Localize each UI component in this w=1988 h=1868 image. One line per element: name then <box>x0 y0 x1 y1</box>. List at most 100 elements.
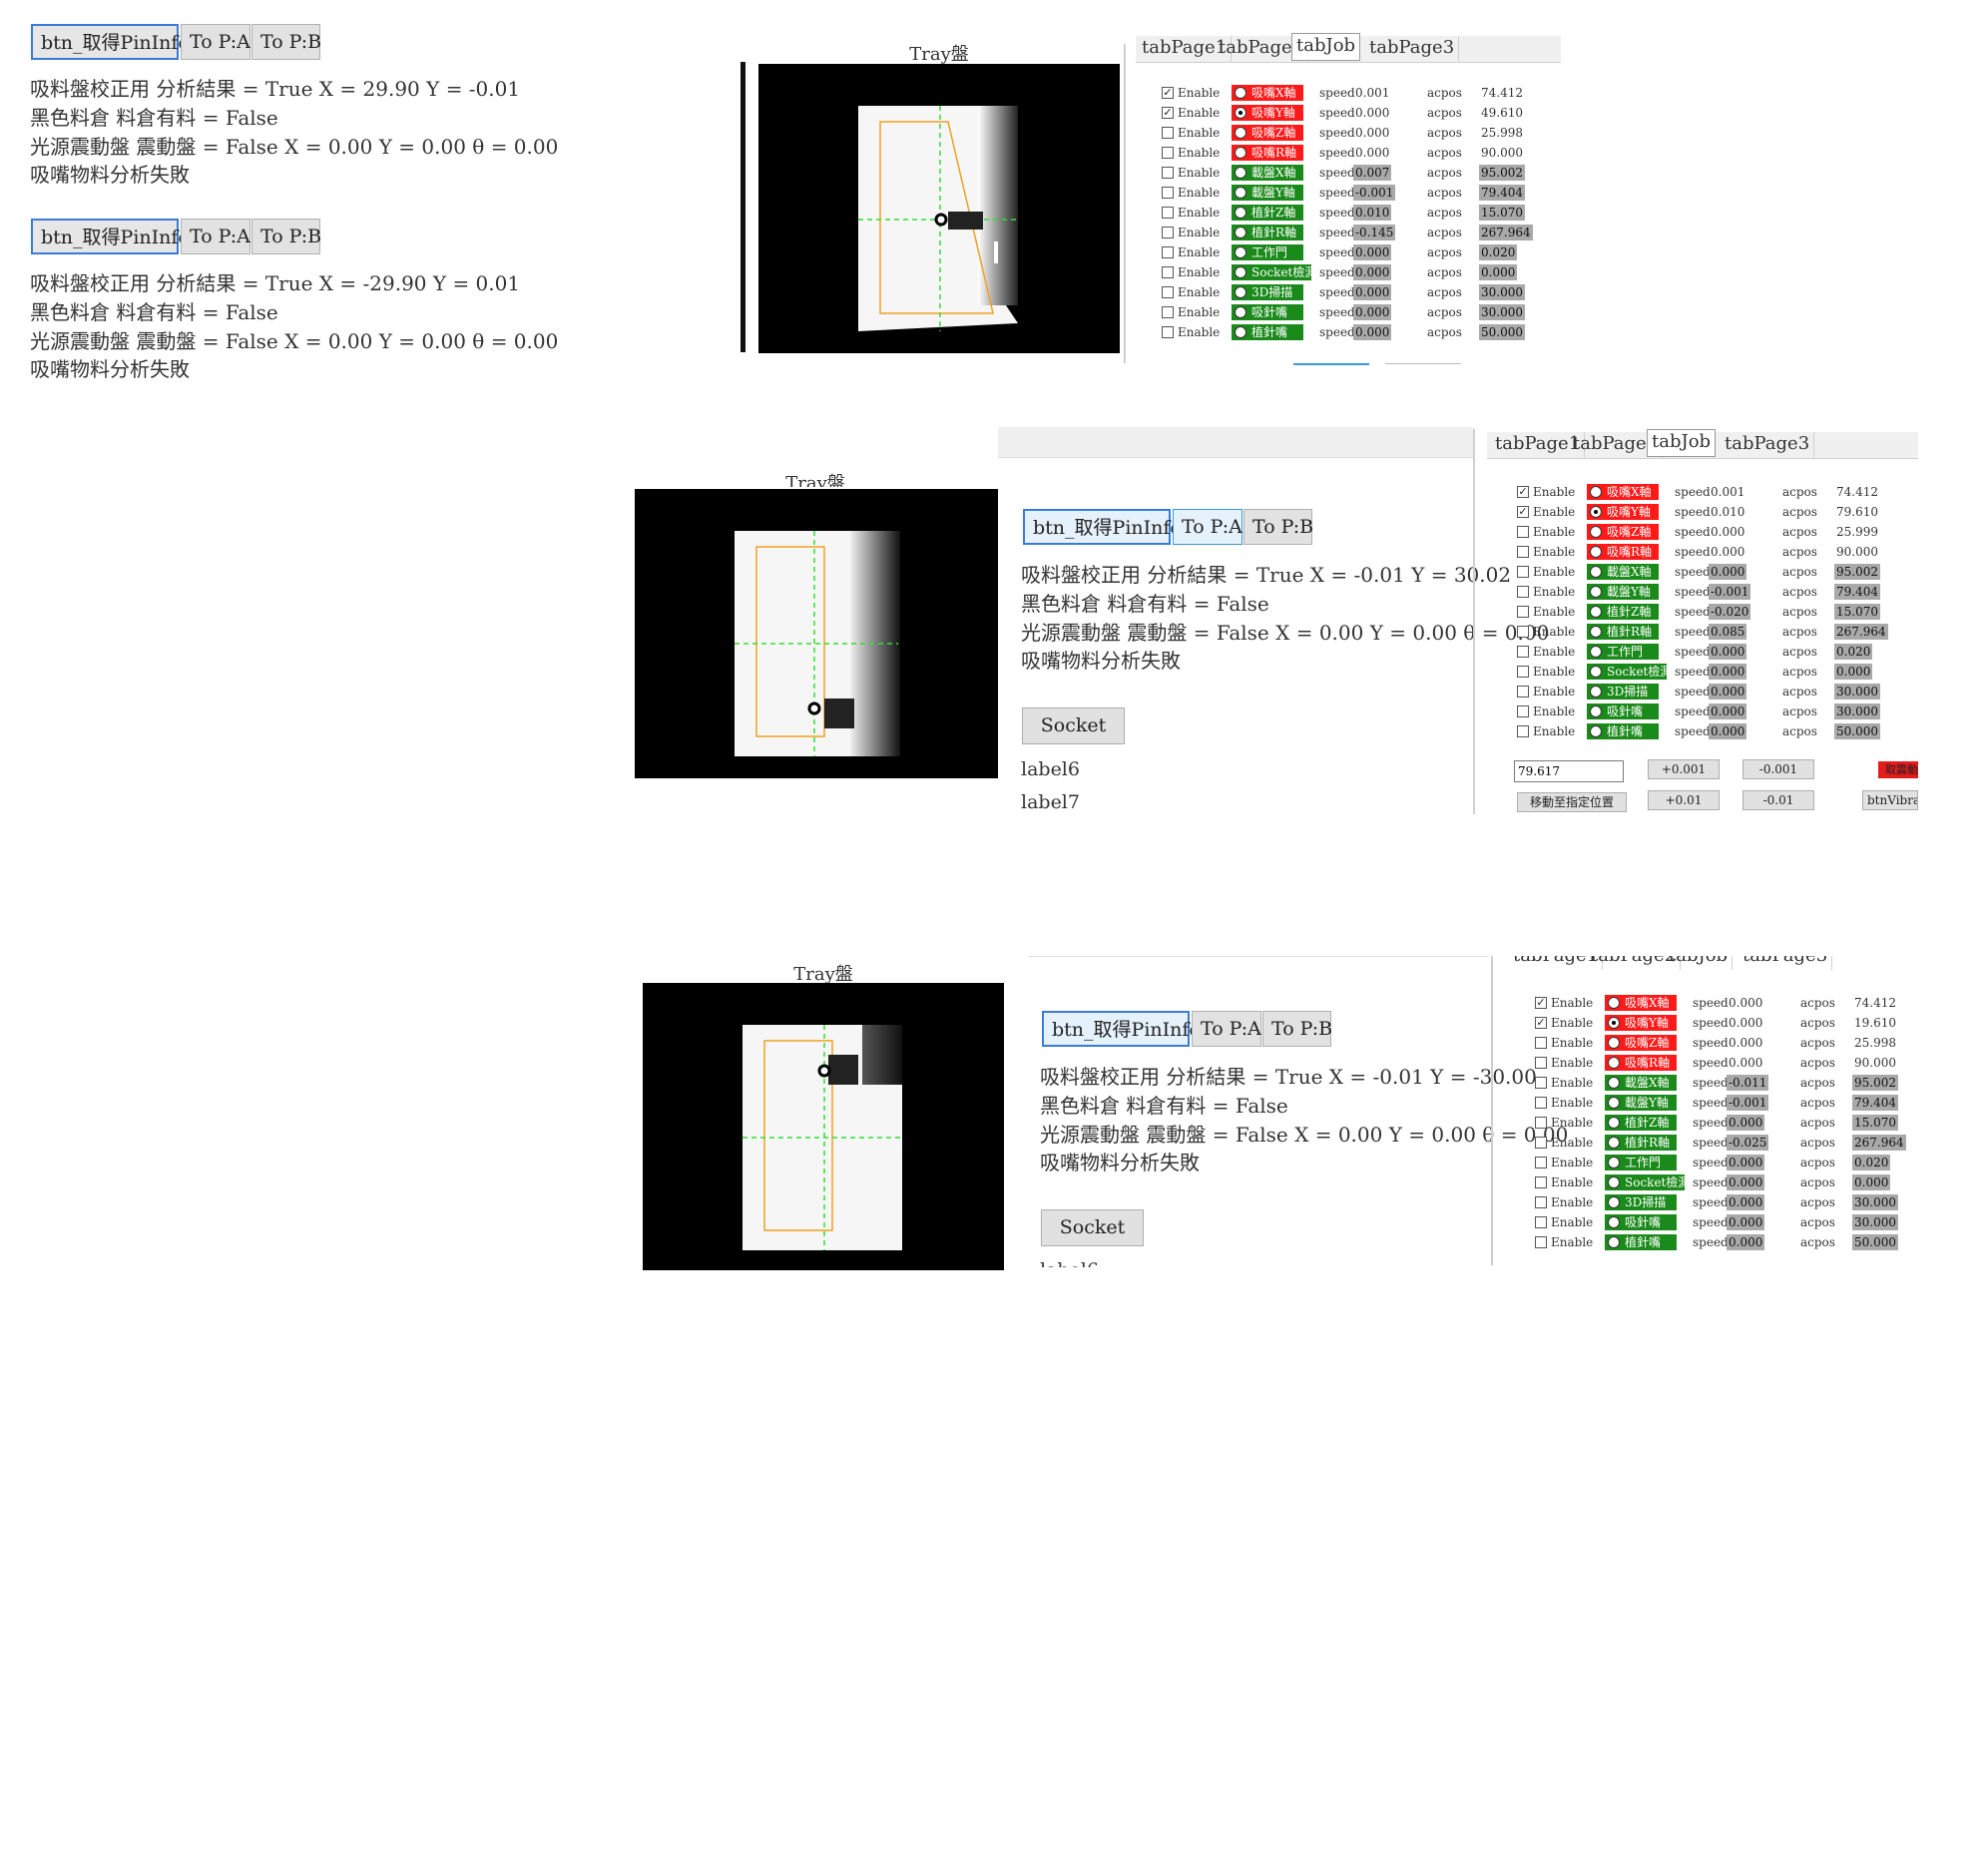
enable-checkbox[interactable] <box>1162 207 1174 219</box>
axis-select-8[interactable]: 工作門 <box>1232 244 1303 260</box>
enable-checkbox[interactable] <box>1535 1216 1547 1228</box>
axis-radio[interactable] <box>1590 705 1602 717</box>
axis-select-5[interactable]: 載盤Y軸 <box>1232 185 1303 201</box>
axis-radio[interactable] <box>1608 1137 1620 1149</box>
axis-select-0[interactable]: 吸嘴X軸 <box>1587 484 1659 500</box>
tab-page3[interactable]: tabPage3 <box>1739 956 1833 970</box>
axis-select-10[interactable]: 3D掃描 <box>1587 684 1659 700</box>
enable-checkbox[interactable] <box>1517 586 1529 598</box>
axis-radio[interactable] <box>1608 1097 1620 1109</box>
axis-radio[interactable] <box>1608 1216 1620 1228</box>
jog-minus-01-button[interactable]: -0.01 <box>1742 790 1814 810</box>
enable-checkbox[interactable] <box>1535 1037 1547 1049</box>
enable-checkbox[interactable] <box>1517 526 1529 538</box>
axis-radio[interactable] <box>1590 526 1602 538</box>
axis-radio[interactable] <box>1608 1037 1620 1049</box>
axis-radio[interactable] <box>1235 207 1246 219</box>
axis-select-7[interactable]: 植針R軸 <box>1232 225 1303 240</box>
axis-radio[interactable] <box>1235 286 1246 298</box>
enable-checkbox[interactable]: ✓ <box>1162 87 1174 99</box>
axis-radio[interactable] <box>1590 725 1602 737</box>
axis-select-4[interactable]: 載盤X軸 <box>1587 564 1659 580</box>
to-pb-button[interactable]: To P:B <box>251 219 321 254</box>
enable-checkbox[interactable] <box>1517 566 1529 578</box>
axis-select-9[interactable]: Socket檢測 <box>1232 264 1316 280</box>
to-pa-button[interactable]: To P:A <box>181 219 250 254</box>
enable-checkbox[interactable]: ✓ <box>1517 486 1529 498</box>
axis-select-0[interactable]: 吸嘴X軸 <box>1605 995 1677 1011</box>
axis-radio[interactable] <box>1235 187 1246 199</box>
jog-plus-01-button[interactable]: +0.01 <box>1648 790 1720 810</box>
axis-radio[interactable] <box>1235 246 1246 258</box>
axis-select-8[interactable]: 工作門 <box>1605 1155 1677 1170</box>
enable-checkbox[interactable] <box>1162 326 1174 338</box>
axis-select-6[interactable]: 植針Z軸 <box>1605 1115 1677 1131</box>
to-pb-button[interactable]: To P:B <box>1243 509 1313 545</box>
axis-select-12[interactable]: 植針嘴 <box>1587 723 1659 739</box>
camera-view[interactable] <box>758 64 1120 353</box>
camera-view[interactable] <box>643 983 1004 1270</box>
axis-select-6[interactable]: 植針Z軸 <box>1232 205 1303 221</box>
axis-select-11[interactable]: 吸針嘴 <box>1605 1214 1677 1230</box>
axis-select-3[interactable]: 吸嘴R軸 <box>1587 544 1659 560</box>
axis-radio[interactable] <box>1590 646 1602 658</box>
axis-select-5[interactable]: 載盤Y軸 <box>1605 1095 1677 1111</box>
axis-select-9[interactable]: Socket檢測 <box>1587 664 1672 680</box>
enable-checkbox[interactable] <box>1517 646 1529 658</box>
vibration-red-button[interactable]: 取震動 <box>1878 761 1918 778</box>
axis-select-1[interactable]: 吸嘴Y軸 <box>1232 105 1303 121</box>
tab-page3[interactable]: tabPage3 <box>1365 36 1460 62</box>
axis-radio[interactable] <box>1608 1117 1620 1129</box>
move-to-position-button[interactable]: 移動至指定位置 <box>1517 792 1627 812</box>
get-pininfo-button[interactable]: btn_取得PinInfo <box>1023 509 1182 545</box>
axis-radio[interactable] <box>1590 606 1602 618</box>
axis-select-12[interactable]: 植針嘴 <box>1605 1234 1677 1250</box>
axis-radio[interactable] <box>1608 1196 1620 1208</box>
axis-select-2[interactable]: 吸嘴Z軸 <box>1232 125 1303 141</box>
axis-select-4[interactable]: 載盤X軸 <box>1232 165 1303 181</box>
socket-button[interactable]: Socket <box>1041 1209 1144 1246</box>
axis-radio[interactable] <box>1235 167 1246 179</box>
axis-select-7[interactable]: 植針R軸 <box>1587 624 1659 640</box>
axis-radio[interactable] <box>1235 227 1246 238</box>
axis-radio[interactable] <box>1590 586 1602 598</box>
enable-checkbox[interactable] <box>1162 127 1174 139</box>
axis-radio[interactable] <box>1235 326 1246 338</box>
enable-checkbox[interactable] <box>1517 606 1529 618</box>
axis-select-2[interactable]: 吸嘴Z軸 <box>1587 524 1659 540</box>
axis-select-3[interactable]: 吸嘴R軸 <box>1605 1055 1677 1071</box>
axis-select-1[interactable]: 吸嘴Y軸 <box>1587 504 1659 520</box>
axis-radio[interactable] <box>1590 546 1602 558</box>
to-pa-button[interactable]: To P:A <box>181 24 250 60</box>
axis-radio[interactable] <box>1590 486 1602 498</box>
enable-checkbox[interactable] <box>1535 1196 1547 1208</box>
axis-select-11[interactable]: 吸針嘴 <box>1232 304 1303 320</box>
tab-page3[interactable]: tabPage3 <box>1721 432 1815 458</box>
axis-radio[interactable] <box>1590 506 1602 518</box>
enable-checkbox[interactable] <box>1535 1176 1547 1188</box>
axis-select-0[interactable]: 吸嘴X軸 <box>1232 85 1303 101</box>
enable-checkbox[interactable] <box>1517 705 1529 717</box>
axis-select-3[interactable]: 吸嘴R軸 <box>1232 145 1303 161</box>
enable-checkbox[interactable] <box>1517 546 1529 558</box>
axis-select-11[interactable]: 吸針嘴 <box>1587 703 1659 719</box>
tab-job[interactable]: tabJob <box>1647 429 1717 457</box>
axis-radio[interactable] <box>1235 87 1246 99</box>
axis-select-5[interactable]: 載盤Y軸 <box>1587 584 1659 600</box>
enable-checkbox[interactable] <box>1162 227 1174 238</box>
axis-select-8[interactable]: 工作門 <box>1587 644 1659 660</box>
tab-job[interactable]: tabJob <box>1665 956 1734 970</box>
axis-select-7[interactable]: 植針R軸 <box>1605 1135 1677 1151</box>
axis-radio[interactable] <box>1590 686 1602 698</box>
axis-select-2[interactable]: 吸嘴Z軸 <box>1605 1035 1677 1051</box>
get-pininfo-button[interactable]: btn_取得PinInfo <box>31 24 190 60</box>
axis-radio[interactable] <box>1235 107 1246 119</box>
axis-select-10[interactable]: 3D掃描 <box>1232 284 1303 300</box>
camera-view[interactable] <box>635 489 998 778</box>
enable-checkbox[interactable] <box>1535 1117 1547 1129</box>
axis-radio[interactable] <box>1608 1017 1620 1029</box>
axis-radio[interactable] <box>1608 1057 1620 1069</box>
get-pininfo-button[interactable]: btn_取得PinInfo <box>31 219 190 254</box>
jog-minus-001-button[interactable]: -0.001 <box>1742 759 1814 779</box>
axis-radio[interactable] <box>1608 1157 1620 1168</box>
